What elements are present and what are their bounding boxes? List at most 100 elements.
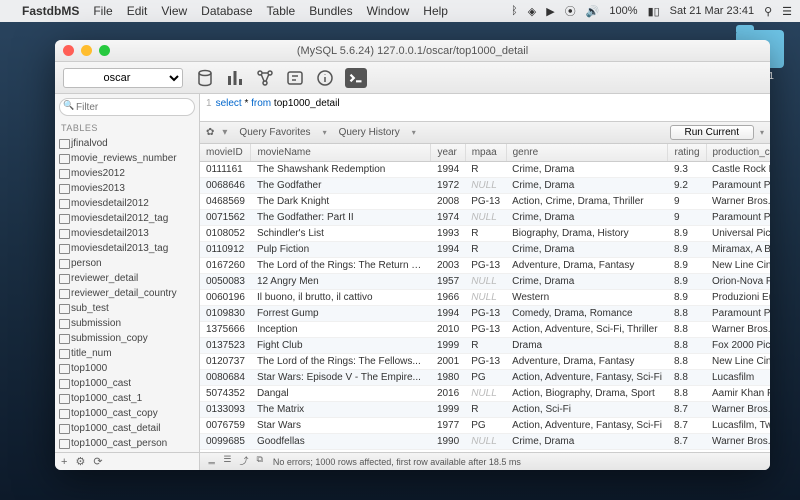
column-header[interactable]: year	[431, 144, 465, 162]
columns-icon[interactable]: 𝍡	[208, 454, 215, 470]
column-header[interactable]: rating	[668, 144, 706, 162]
menu-database[interactable]: Database	[201, 4, 252, 18]
menu-bundles[interactable]: Bundles	[309, 4, 352, 18]
query-favorites-button[interactable]: Query Favorites	[231, 126, 318, 139]
database-select[interactable]: oscar	[63, 68, 183, 88]
menu-help[interactable]: Help	[423, 4, 448, 18]
table-row[interactable]: 0076759Star Wars1977PGAction, Adventure,…	[200, 418, 770, 434]
notifications-icon[interactable]: ☰	[782, 5, 792, 18]
column-header[interactable]: movieName	[251, 144, 431, 162]
triggers-icon[interactable]	[285, 68, 305, 88]
table-row[interactable]: 0111161The Shawshank Redemption1994RCrim…	[200, 162, 770, 178]
close-button[interactable]	[63, 45, 74, 56]
table-item[interactable]: jfinalvod	[55, 136, 199, 151]
bluetooth-icon[interactable]: ᛒ	[511, 5, 518, 17]
query-editor[interactable]: 1 select * from top1000_detail	[200, 94, 770, 122]
column-header[interactable]: mpaa	[465, 144, 506, 162]
table-row[interactable]: 0071562The Godfather: Part II1974NULLCri…	[200, 210, 770, 226]
table-item[interactable]: top1000_cast_detail	[55, 421, 199, 436]
table-row[interactable]: 0068646The Godfather1972NULLCrime, Drama…	[200, 178, 770, 194]
play-icon[interactable]: ▶	[546, 5, 554, 18]
window-title: (MySQL 5.6.24) 127.0.0.1/oscar/top1000_d…	[55, 45, 770, 57]
gear-icon[interactable]: ⚙	[75, 455, 85, 468]
clock[interactable]: Sat 21 Mar 23:41	[670, 5, 754, 17]
table-item[interactable]: moviesdetail2013_tag	[55, 241, 199, 256]
run-current-button[interactable]: Run Current	[670, 125, 754, 140]
table-row[interactable]: 0109830Forrest Gump1994PG-13Comedy, Dram…	[200, 306, 770, 322]
add-icon[interactable]: +	[61, 456, 67, 468]
menu-view[interactable]: View	[161, 4, 187, 18]
dropbox-icon[interactable]: ◈	[528, 5, 536, 18]
column-header[interactable]: genre	[506, 144, 668, 162]
table-item[interactable]: moviesdetail2012_tag	[55, 211, 199, 226]
query-settings-icon[interactable]: ✿	[206, 127, 214, 138]
table-list[interactable]: jfinalvodmovie_reviews_numbermovies2012m…	[55, 136, 199, 452]
table-item[interactable]: movies2012	[55, 166, 199, 181]
table-item[interactable]: top1000_cast_copy	[55, 406, 199, 421]
battery-icon[interactable]: ▮▯	[648, 5, 660, 18]
menu-file[interactable]: File	[93, 4, 112, 18]
sidebar: TABLES jfinalvodmovie_reviews_numbermovi…	[55, 94, 200, 470]
menu-window[interactable]: Window	[367, 4, 410, 18]
menubar: FastdbMS File Edit View Database Table B…	[0, 0, 800, 22]
console-icon[interactable]	[345, 68, 367, 88]
sql-icon[interactable]: ⧉	[256, 454, 262, 470]
table-item[interactable]: reviewer_detail_country	[55, 286, 199, 301]
tables-header: TABLES	[55, 120, 199, 136]
table-item[interactable]: sub_test	[55, 301, 199, 316]
export-icon[interactable]: ⤴	[239, 454, 248, 470]
info-icon[interactable]	[315, 68, 335, 88]
table-item[interactable]: title_num	[55, 346, 199, 361]
table-item[interactable]: top1000_cast_person	[55, 436, 199, 451]
table-item[interactable]: top1000_cast_place	[55, 451, 199, 452]
table-row[interactable]: 5074352Dangal2016NULLAction, Biography, …	[200, 386, 770, 402]
table-item[interactable]: movies2013	[55, 181, 199, 196]
results-grid[interactable]: movieIDmovieNameyearmpaagenreratingprodu…	[200, 144, 770, 452]
menu-edit[interactable]: Edit	[127, 4, 148, 18]
table-row[interactable]: 0468569The Dark Knight2008PG-13Action, C…	[200, 194, 770, 210]
table-row[interactable]: 0137523Fight Club1999RDrama8.8Fox 2000 P…	[200, 338, 770, 354]
table-item[interactable]: movie_reviews_number	[55, 151, 199, 166]
volume-icon[interactable]: 🔊	[586, 5, 600, 18]
app-window: (MySQL 5.6.24) 127.0.0.1/oscar/top1000_d…	[55, 40, 770, 470]
table-row[interactable]: 005008312 Angry Men1957NULLCrime, Drama8…	[200, 274, 770, 290]
spotlight-icon[interactable]: ⚲	[764, 5, 772, 18]
menu-table[interactable]: Table	[267, 4, 296, 18]
main-panel: 1 select * from top1000_detail ✿▾ Query …	[200, 94, 770, 470]
battery-pct: 100%	[609, 5, 637, 17]
table-row[interactable]: 0110912Pulp Fiction1994RCrime, Drama8.9M…	[200, 242, 770, 258]
table-item[interactable]: top1000_cast_1	[55, 391, 199, 406]
app-name[interactable]: FastdbMS	[22, 4, 79, 18]
table-row[interactable]: 0080684Star Wars: Episode V - The Empire…	[200, 370, 770, 386]
column-header[interactable]: production_companies	[706, 144, 770, 162]
filter-input[interactable]	[59, 98, 195, 116]
refresh-icon[interactable]: ⟳	[93, 455, 102, 468]
table-row[interactable]: 0060196Il buono, il brutto, il cattivo19…	[200, 290, 770, 306]
maximize-button[interactable]	[99, 45, 110, 56]
wifi-icon[interactable]: ⦿	[565, 3, 576, 19]
table-row[interactable]: 1375666Inception2010PG-13Action, Adventu…	[200, 322, 770, 338]
structure-icon[interactable]	[225, 68, 245, 88]
table-item[interactable]: top1000_cast	[55, 376, 199, 391]
table-item[interactable]: moviesdetail2013	[55, 226, 199, 241]
table-row[interactable]: 0099685Goodfellas1990NULLCrime, Drama8.7…	[200, 434, 770, 450]
table-item[interactable]: top1000	[55, 361, 199, 376]
table-row[interactable]: 0133093The Matrix1999RAction, Sci-Fi8.7W…	[200, 402, 770, 418]
table-item[interactable]: person	[55, 256, 199, 271]
minimize-button[interactable]	[81, 45, 92, 56]
table-item[interactable]: reviewer_detail	[55, 271, 199, 286]
list-icon[interactable]: ☰	[223, 454, 231, 470]
query-history-button[interactable]: Query History	[331, 126, 408, 139]
table-item[interactable]: moviesdetail2012	[55, 196, 199, 211]
table-row[interactable]: 0167260The Lord of the Rings: The Return…	[200, 258, 770, 274]
titlebar[interactable]: (MySQL 5.6.24) 127.0.0.1/oscar/top1000_d…	[55, 40, 770, 62]
query-bar: ✿▾ Query Favorites▾ Query History▾ Run C…	[200, 122, 770, 144]
relations-icon[interactable]	[255, 68, 275, 88]
table-row[interactable]: 0120737The Lord of the Rings: The Fellow…	[200, 354, 770, 370]
status-bar: 𝍡 ☰ ⤴ ⧉ No errors; 1000 rows affected, f…	[200, 452, 770, 470]
column-header[interactable]: movieID	[200, 144, 251, 162]
table-item[interactable]: submission_copy	[55, 331, 199, 346]
table-row[interactable]: 0108052Schindler's List1993RBiography, D…	[200, 226, 770, 242]
content-icon[interactable]	[195, 68, 215, 88]
table-item[interactable]: submission	[55, 316, 199, 331]
